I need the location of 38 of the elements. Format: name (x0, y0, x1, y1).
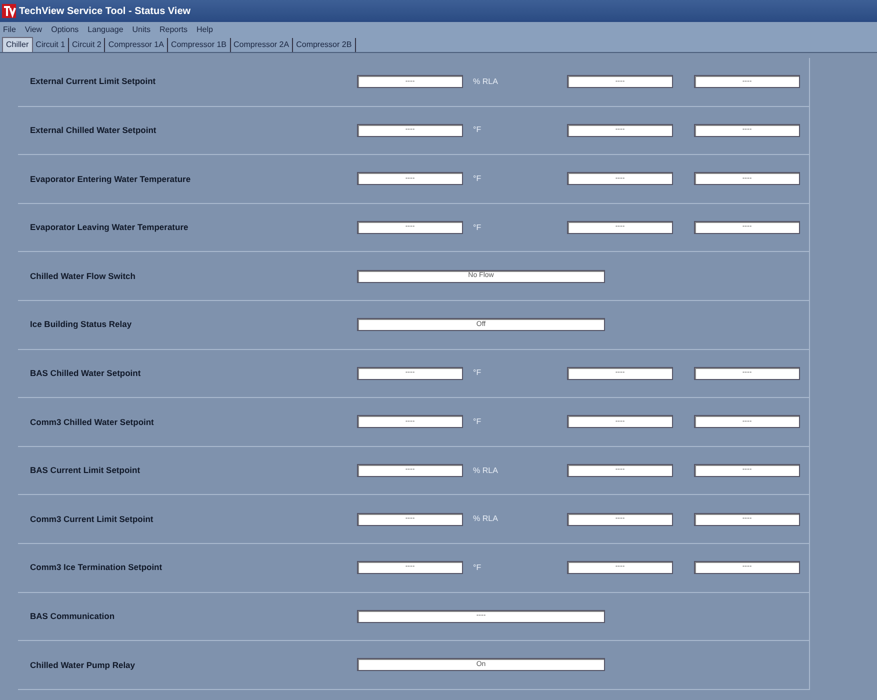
tab[interactable]: Compressor 2B (293, 38, 356, 52)
unit-label: °F (472, 124, 482, 136)
unit-label: % RLA (472, 76, 499, 88)
tab[interactable]: Compressor 1B (168, 38, 231, 52)
row-label: External Chilled Water Setpoint (29, 124, 158, 137)
menu-item[interactable]: Units (132, 24, 150, 36)
menu-item[interactable]: Help (196, 24, 213, 36)
window-title: TechView Service Tool - Status View (19, 4, 191, 18)
row-label: BAS Communication (29, 610, 116, 623)
tab[interactable]: Compressor 2A (230, 38, 294, 52)
row-label: Comm3 Chilled Water Setpoint (29, 416, 155, 428)
row-label: Ice Building Status Relay (29, 318, 133, 332)
row-label: Comm3 Current Limit Setpoint (29, 512, 154, 526)
row-label: External Current Limit Setpoint (29, 75, 157, 88)
tab[interactable]: Circuit 1 (32, 38, 70, 52)
row-label: Chilled Water Flow Switch (29, 270, 136, 283)
unit-label: °F (472, 367, 482, 380)
unit-label: °F (472, 562, 482, 574)
row-label: Evaporator Leaving Water Temperature (29, 221, 190, 234)
tab[interactable]: Compressor 1A (105, 38, 168, 52)
menu-item[interactable]: Reports (160, 24, 188, 36)
unit-label: °F (472, 222, 482, 234)
row-label: Chilled Water Pump Relay (29, 658, 136, 672)
row-label: BAS Chilled Water Setpoint (29, 366, 142, 380)
tab[interactable]: Chiller (2, 37, 33, 52)
menu-item[interactable]: File (3, 24, 16, 36)
tab[interactable]: Circuit 2 (69, 38, 106, 52)
unit-label: % RLA (472, 513, 499, 526)
menu-item[interactable]: Options (51, 24, 79, 36)
row-label: Comm3 Ice Termination Setpoint (29, 561, 164, 574)
row-label: BAS Current Limit Setpoint (29, 464, 142, 477)
unit-label: °F (472, 172, 482, 185)
menu-item[interactable]: Language (88, 24, 124, 36)
row-label: Evaporator Entering Water Temperature (29, 172, 192, 186)
unit-label: % RLA (472, 464, 499, 477)
unit-label: °F (472, 416, 482, 428)
menu-item[interactable]: View (24, 24, 42, 36)
app-logo-icon (2, 4, 16, 18)
